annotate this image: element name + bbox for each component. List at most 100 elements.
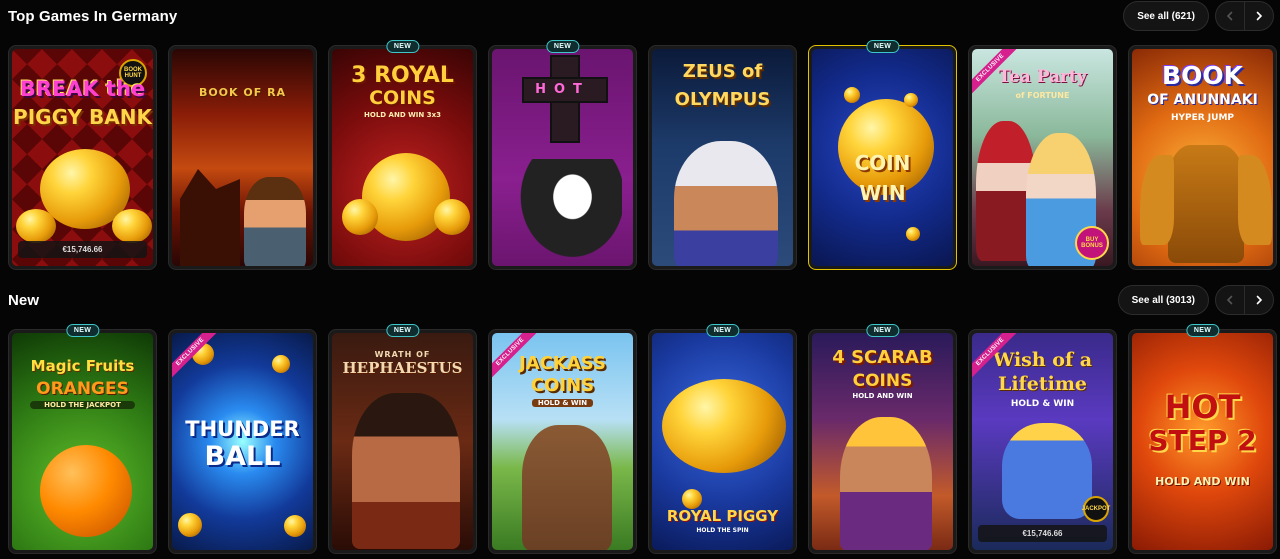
hephaestus-character-illustration [352,393,460,549]
game-title-line2: HEPHAESTUS [342,359,463,377]
game-title: HOT [1164,388,1241,426]
carousel-prev-button[interactable] [1216,2,1244,30]
game-title-line2: BALL [204,441,281,472]
jackpot-badge: JACKPOT [1082,496,1110,522]
chevron-left-icon [1226,295,1233,305]
game-title: THUNDER [185,417,300,441]
game-card-wrath-of-hephaestus[interactable]: NEW WRATH OF HEPHAESTUS [328,324,477,554]
new-badge: NEW [385,324,420,337]
game-title: 3 ROYAL [351,63,454,88]
game-title-line2: STEP 2 [1148,424,1257,457]
game-thumbnail: EXCLUSIVE Wish of a Lifetime HOLD & WIN … [972,333,1113,550]
game-thumbnail: ZEUS of OLYMPUS [652,49,793,266]
game-card-jackass-coins[interactable]: EXCLUSIVE JACKASS COINS HOLD & WIN [488,329,637,554]
game-subtitle: HOLD AND WIN [1155,475,1250,488]
game-title: BREAK the [19,77,146,101]
game-card-thunder-ball[interactable]: EXCLUSIVE THUNDER BALL [168,329,317,554]
game-card-tea-party-of-fortune[interactable]: EXCLUSIVE Tea Party of FORTUNE BUY BONUS [968,45,1117,270]
game-title-line2: WIN [859,181,906,205]
game-title: Magic Fruits [30,357,135,375]
game-card-book-of-ra[interactable]: BOOK OF RA [168,45,317,270]
game-title: BOOK [1162,61,1243,90]
gold-coin-illustration [904,93,918,107]
zeus-character-illustration [674,141,778,266]
genie-character-illustration [1002,423,1092,519]
gold-coin-illustration [284,515,306,537]
game-card-zeus-of-olympus[interactable]: ZEUS of OLYMPUS [648,45,797,270]
new-badge: NEW [705,324,740,337]
jackpot-amount: €15,746.66 [18,241,147,258]
game-thumbnail: Magic Fruits ORANGES HOLD THE JACKPOT [12,333,153,550]
game-subtitle: HOLD AND WIN [852,392,913,400]
game-title: WRATH OF [374,350,431,359]
game-subtitle: HOLD & WIN [532,399,593,407]
game-card-hot-cross[interactable]: NEW HOT [488,40,637,270]
game-card-4-scarab-coins[interactable]: NEW 4 SCARAB COINS HOLD AND WIN [808,324,957,554]
game-title-line2: OF ANUNNAKI [1147,92,1258,108]
explorer-character-illustration [244,177,306,266]
header-controls: See all (621) [1123,1,1274,31]
game-thumbnail: COIN WIN [812,49,953,266]
game-title: BOOK OF RA [198,86,287,99]
game-title: JACKASS [519,353,606,374]
game-card-magic-fruits-oranges[interactable]: NEW Magic Fruits ORANGES HOLD THE JACKPO… [8,324,157,554]
game-card-hot-step-2[interactable]: NEW HOT STEP 2 HOLD AND WIN [1128,324,1277,554]
carousel-next-button[interactable] [1245,286,1273,314]
game-title: 4 SCARAB [832,347,933,368]
new-badge: NEW [865,40,900,53]
game-thumbnail: HOT [492,49,633,266]
game-row-new: NEW Magic Fruits ORANGES HOLD THE JACKPO… [8,324,1277,554]
game-subtitle: HYPER JUMP [1170,113,1235,123]
see-all-button[interactable]: See all (3013) [1117,285,1209,315]
game-card-coin-win[interactable]: NEW COIN WIN [808,40,957,270]
cleopatra-character-illustration [840,417,932,550]
anunnaki-statue-illustration [1168,145,1244,263]
chevron-left-icon [1226,11,1233,21]
gold-coin-illustration [434,199,470,235]
game-title-line2: COINS [530,375,595,396]
game-thumbnail: HOT STEP 2 HOLD AND WIN [1132,333,1273,550]
game-title-line2: COINS [852,371,913,391]
game-thumbnail: BOOK OF ANUNNAKI HYPER JUMP [1132,49,1273,266]
gold-coin-illustration [682,489,702,509]
new-badge: NEW [385,40,420,53]
cartoon-cat-illustration [512,159,622,266]
chevron-right-icon [1256,295,1263,305]
donkey-character-illustration [522,425,612,550]
game-title-line2: COINS [369,87,436,109]
carousel-next-button[interactable] [1245,2,1273,30]
game-card-royal-piggy[interactable]: NEW ROYAL PIGGY HOLD THE SPIN [648,324,797,554]
game-thumbnail: BOOK OF RA [172,49,313,266]
game-card-wish-of-a-lifetime[interactable]: EXCLUSIVE Wish of a Lifetime HOLD & WIN … [968,329,1117,554]
wing-illustration [1140,155,1174,245]
game-title-line2: ORANGES [36,379,129,399]
gold-coin-illustration [272,355,290,373]
carousel-nav [1215,1,1274,31]
wing-illustration [1238,155,1272,245]
carousel-nav [1215,285,1274,315]
gold-coin-illustration [178,513,202,537]
game-title: COIN [854,151,911,175]
game-title-line2: Lifetime [997,373,1088,395]
see-all-button[interactable]: See all (621) [1123,1,1209,31]
game-thumbnail: 3 ROYAL COINS HOLD AND WIN 3x3 [332,49,473,266]
orange-fruit-illustration [40,445,132,537]
jackpot-amount: €15,746.66 [978,525,1107,542]
gold-coin-illustration [906,227,920,241]
game-card-3-royal-coins[interactable]: NEW 3 ROYAL COINS HOLD AND WIN 3x3 [328,40,477,270]
game-title: ROYAL PIGGY [666,507,779,525]
game-thumbnail: 4 SCARAB COINS HOLD AND WIN [812,333,953,550]
chevron-right-icon [1256,11,1263,21]
gold-coin-illustration [342,199,378,235]
new-badge: NEW [65,324,100,337]
game-card-book-of-anunnaki[interactable]: BOOK OF ANUNNAKI HYPER JUMP [1128,45,1277,270]
game-title-line2: OLYMPUS [674,89,771,110]
game-card-break-the-piggy-bank[interactable]: BOOK HUNT BREAK the PIGGY BANK €15,746.6… [8,45,157,270]
small-piggy-illustration [16,209,56,243]
game-subtitle: HOLD THE SPIN [696,527,749,534]
section-header-new: New See all (3013) [8,285,1274,315]
game-subtitle: HOLD AND WIN 3x3 [364,111,441,119]
carousel-prev-button[interactable] [1216,286,1244,314]
small-piggy-illustration [112,209,152,243]
new-badge: NEW [865,324,900,337]
